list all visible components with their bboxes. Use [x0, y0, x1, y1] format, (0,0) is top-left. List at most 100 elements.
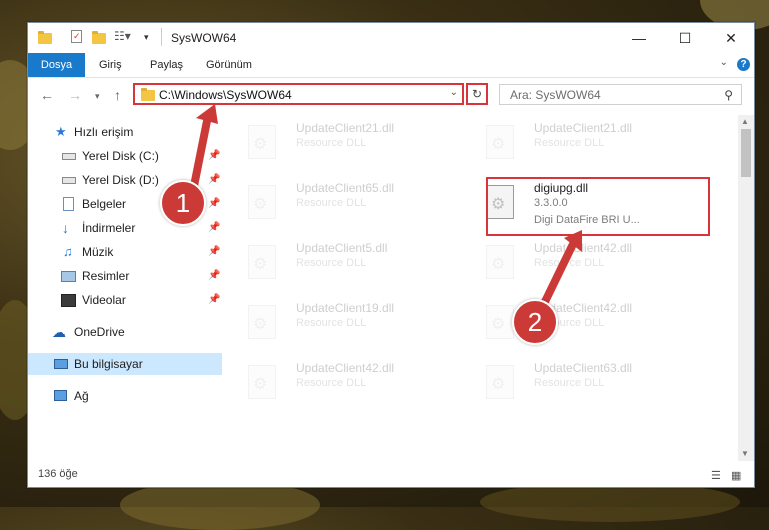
cloud-icon: ☁: [52, 324, 66, 340]
file-item[interactable]: UpdateClient63.dll Resource DLL: [462, 359, 694, 413]
dll-file-icon: [486, 305, 514, 339]
file-description: Resource DLL: [534, 257, 605, 269]
sidebar-item-quick-access[interactable]: ★ Hızlı erişim: [28, 121, 222, 143]
dll-file-icon: [486, 245, 514, 279]
music-icon: ♫: [63, 244, 73, 259]
minimize-button[interactable]: —: [616, 23, 662, 53]
file-item[interactable]: UpdateClient21.dll Resource DLL: [224, 119, 456, 173]
scroll-down-icon[interactable]: ▼: [741, 449, 749, 458]
sidebar-item-this-pc[interactable]: Bu bilgisayar: [28, 353, 222, 375]
sidebar-item-onedrive[interactable]: ☁ OneDrive: [28, 321, 222, 343]
recent-locations-icon[interactable]: ▾: [95, 91, 100, 102]
scroll-up-icon[interactable]: ▲: [741, 117, 749, 126]
file-name: UpdateClient5.dll: [296, 241, 388, 255]
computer-icon: [54, 359, 68, 369]
sidebar-item-label: OneDrive: [74, 325, 125, 339]
sidebar-item-pictures[interactable]: Resimler 📌: [28, 265, 222, 287]
search-input[interactable]: Ara: SysWOW64 ⚲: [499, 84, 742, 105]
dropdown-arrow-icon[interactable]: ▾: [144, 32, 149, 43]
folder-icon: [141, 88, 155, 101]
file-item[interactable]: UpdateClient65.dll Resource DLL: [224, 179, 456, 233]
file-name: UpdateClient21.dll: [296, 121, 395, 135]
background-leaf: [480, 482, 740, 522]
help-icon[interactable]: ?: [737, 58, 750, 71]
explorer-window: ✓ ☷▾ ▾ SysWOW64 — ☐ ✕ Dosya Giriş Paylaş…: [27, 22, 755, 488]
file-item[interactable]: UpdateClient21.dll Resource DLL: [462, 119, 694, 173]
pictures-icon: [61, 271, 76, 282]
downloads-icon: ↓: [62, 220, 69, 236]
file-name: UpdateClient63.dll: [534, 361, 633, 375]
maximize-button[interactable]: ☐: [662, 23, 708, 53]
sidebar-item-label: Bu bilgisayar: [74, 357, 143, 371]
file-item[interactable]: UpdateClient42.dll Resource DLL: [462, 299, 694, 353]
dll-file-icon: [486, 365, 514, 399]
sidebar-item-label: Resimler: [82, 269, 130, 283]
sidebar-item-music[interactable]: ♫ Müzik 📌: [28, 241, 222, 263]
file-description: Resource DLL: [296, 137, 367, 149]
drive-icon: [62, 177, 76, 184]
sidebar-item-disk-c[interactable]: Yerel Disk (C:) 📌: [28, 145, 222, 167]
item-count: 136 öğe: [38, 468, 78, 480]
ribbon-tabs: Dosya Giriş Paylaş Görünüm ⌄ ?: [28, 53, 754, 78]
callout-1: 1: [160, 180, 206, 226]
sidebar-item-label: Müzik: [82, 245, 114, 259]
file-description: Resource DLL: [296, 317, 367, 329]
videos-icon: [61, 294, 76, 307]
sidebar-item-label: İndirmeler: [82, 221, 136, 235]
file-list: UpdateClient21.dll Resource DLL UpdateCl…: [224, 115, 736, 461]
search-icon[interactable]: ⚲: [724, 88, 733, 102]
chevron-down-icon[interactable]: ⌄: [450, 87, 458, 98]
file-item[interactable]: UpdateClient5.dll Resource DLL: [224, 239, 456, 293]
window-title: SysWOW64: [171, 31, 237, 45]
sidebar-item-label: Yerel Disk (C:): [82, 149, 159, 163]
file-item[interactable]: UpdateClient42.dll Resource DLL: [224, 359, 456, 413]
customize-toolbar-icon[interactable]: ☷▾: [114, 29, 131, 43]
expand-ribbon-icon[interactable]: ⌄: [720, 57, 728, 68]
vertical-scrollbar[interactable]: ▲ ▼: [738, 115, 754, 461]
address-bar[interactable]: C:\Windows\SysWOW64 ⌄: [133, 83, 464, 105]
sidebar-item-videos[interactable]: Videolar 📌: [28, 289, 222, 311]
file-name: UpdateClient42.dll: [534, 241, 633, 255]
sidebar-item-label: Belgeler: [82, 197, 127, 211]
tab-home[interactable]: Giriş: [99, 53, 122, 77]
pin-icon[interactable]: 📌: [208, 217, 220, 239]
file-item[interactable]: UpdateClient19.dll Resource DLL: [224, 299, 456, 353]
dll-file-icon: [486, 125, 514, 159]
properties-icon[interactable]: ✓: [71, 30, 82, 43]
network-icon: [54, 390, 67, 401]
pin-icon[interactable]: 📌: [208, 241, 220, 263]
close-button[interactable]: ✕: [708, 23, 754, 53]
tab-file[interactable]: Dosya: [28, 53, 85, 77]
pin-icon[interactable]: 📌: [208, 265, 220, 287]
navigation-pane: ★ Hızlı erişim Yerel Disk (C:) 📌 Yerel D…: [28, 115, 222, 461]
search-placeholder: Ara: SysWOW64: [510, 88, 601, 102]
highlight-box: [486, 177, 710, 236]
pin-icon[interactable]: 📌: [208, 145, 220, 167]
dll-file-icon: [248, 125, 276, 159]
scrollbar-thumb[interactable]: [741, 129, 751, 177]
documents-icon: [63, 197, 74, 211]
dll-file-icon: [248, 245, 276, 279]
file-name: UpdateClient65.dll: [296, 181, 395, 195]
up-arrow-icon[interactable]: ↑: [114, 87, 121, 103]
star-icon: ★: [55, 124, 67, 139]
drive-icon: [62, 153, 76, 160]
file-name: UpdateClient19.dll: [296, 301, 395, 315]
forward-arrow-icon[interactable]: →: [68, 87, 82, 103]
tab-view[interactable]: Görünüm: [206, 53, 252, 77]
sidebar-item-label: Ağ: [74, 389, 89, 403]
sidebar-item-label: Yerel Disk (D:): [82, 173, 159, 187]
file-item[interactable]: UpdateClient42.dll Resource DLL: [462, 239, 694, 293]
back-arrow-icon[interactable]: ←: [40, 87, 54, 103]
refresh-button[interactable]: ↻: [466, 83, 488, 105]
pin-icon[interactable]: 📌: [208, 169, 220, 191]
tab-share[interactable]: Paylaş: [150, 53, 183, 77]
details-view-icon[interactable]: ☰: [711, 469, 721, 482]
address-path: C:\Windows\SysWOW64: [159, 88, 292, 102]
pin-icon[interactable]: 📌: [208, 289, 220, 311]
dll-file-icon: [248, 305, 276, 339]
tiles-view-icon[interactable]: ▦: [731, 469, 741, 482]
dll-file-icon: [248, 365, 276, 399]
sidebar-item-network[interactable]: Ağ: [28, 385, 222, 407]
pin-icon[interactable]: 📌: [208, 193, 220, 215]
